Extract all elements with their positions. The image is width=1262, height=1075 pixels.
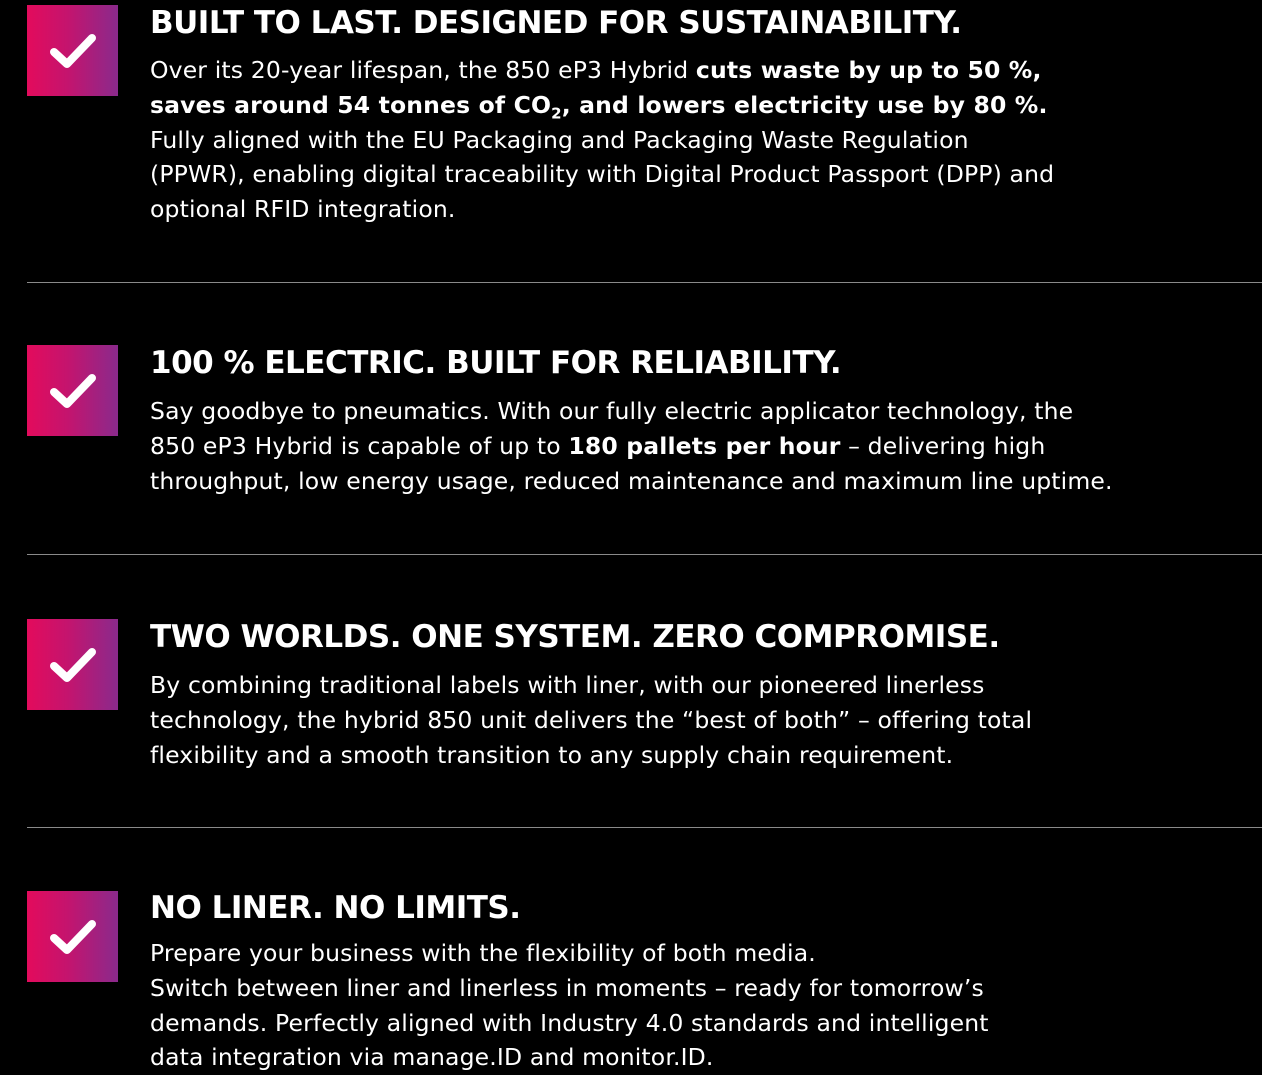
feature-title: NO LINER. NO LIMITS. <box>150 890 521 926</box>
checkmark-icon <box>50 648 96 682</box>
description-text: Over its 20-year lifespan, the 850 eP3 H… <box>150 56 696 84</box>
check-badge <box>27 345 118 436</box>
description-text: Fully aligned with the EU Packaging and … <box>150 125 969 154</box>
section-divider <box>27 554 1262 555</box>
feature-description: Prepare your business with the flexibili… <box>150 936 989 1075</box>
feature-title: BUILT TO LAST. DESIGNED FOR SUSTAINABILI… <box>150 5 962 41</box>
checkmark-icon <box>50 920 96 954</box>
section-divider <box>27 282 1262 283</box>
description-text: throughput, low energy usage, reduced ma… <box>150 466 1113 495</box>
checkmark-icon <box>50 374 96 408</box>
feature-title: TWO WORLDS. ONE SYSTEM. ZERO COMPROMISE. <box>150 619 1000 655</box>
checkmark-icon <box>50 34 96 68</box>
feature-description: Say goodbye to pneumatics. With our full… <box>150 394 1113 498</box>
description-text: optional RFID integration. <box>150 195 456 224</box>
description-text: 850 eP3 Hybrid is capable of up to <box>150 431 569 460</box>
description-text: Switch between liner and linerless in mo… <box>150 973 984 1002</box>
feature-description: By combining traditional labels with lin… <box>150 668 1032 772</box>
highlight-text-part: saves around 54 tonnes of CO <box>150 90 552 119</box>
check-badge <box>27 891 118 982</box>
description-text: demands. Perfectly aligned with Industry… <box>150 1008 989 1037</box>
highlight-text: saves around 54 tonnes of CO2, and lower… <box>150 90 1048 123</box>
subscript-text: 2 <box>551 104 562 123</box>
feature-description: Over its 20-year lifespan, the 850 eP3 H… <box>150 53 1054 227</box>
check-badge <box>27 619 118 710</box>
description-text: flexibility and a smooth transition to a… <box>150 740 954 769</box>
description-text: By combining traditional labels with lin… <box>150 671 985 699</box>
section-divider <box>27 827 1262 828</box>
description-text: data integration via manage.ID and monit… <box>150 1043 714 1072</box>
highlight-text-part: , and lowers electricity use by 80 %. <box>561 90 1048 119</box>
description-text: (PPWR), enabling digital traceability wi… <box>150 160 1055 189</box>
feature-title: 100 % ELECTRIC. BUILT FOR RELIABILITY. <box>150 345 842 381</box>
description-text: Say goodbye to pneumatics. With our full… <box>150 397 1074 425</box>
highlight-text: cuts waste by up to 50 %, <box>695 56 1042 84</box>
check-badge <box>27 5 118 96</box>
highlight-text: 180 pallets per hour <box>568 431 841 460</box>
description-text: Prepare your business with the flexibili… <box>150 939 816 967</box>
description-text: – delivering high <box>840 431 1046 460</box>
description-text: technology, the hybrid 850 unit delivers… <box>150 705 1033 734</box>
